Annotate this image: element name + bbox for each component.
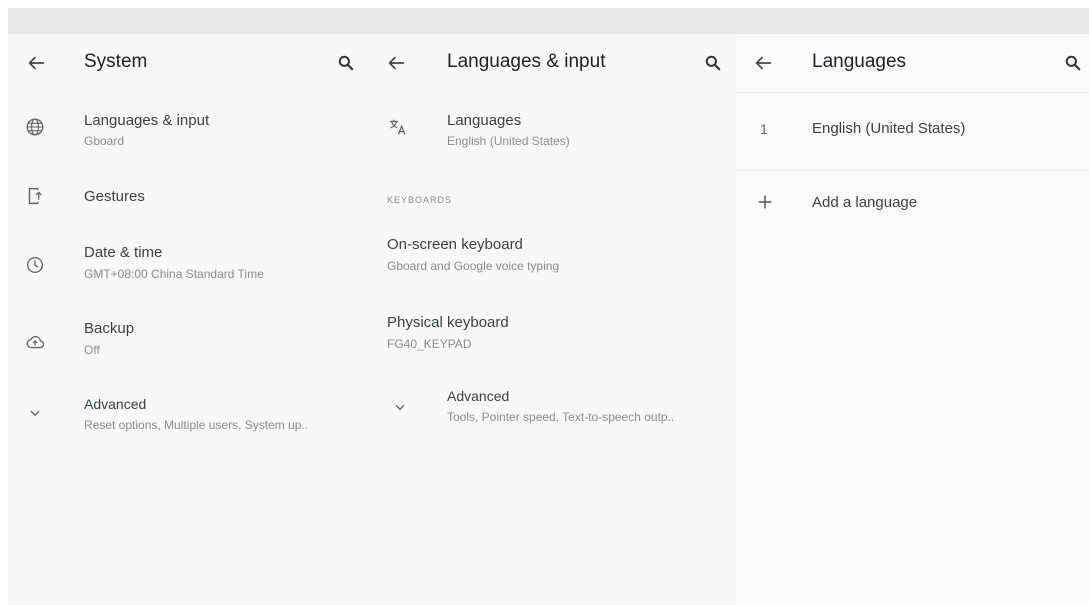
languages-item[interactable]: Languages English (United States) [367,96,735,156]
arrow-back-icon [755,56,772,70]
plus-icon [754,191,778,215]
add-language-label: Add a language [812,194,918,211]
page-title: Languages [812,51,907,72]
search-button[interactable] [332,49,360,77]
item-subtitle: Off [84,343,100,357]
item-title: Physical keyboard [387,314,509,331]
item-title: Languages [447,112,522,129]
item-title: Gestures [84,188,145,205]
search-icon [338,55,354,71]
keyboards-section-header: KEYBOARDS [387,195,453,205]
physical-keyboard-item[interactable]: Physical keyboard FG40_KEYPAD [367,304,735,364]
language-name: English (United States) [812,120,966,137]
globe-icon [24,116,48,140]
languages-input-advanced-item[interactable]: Advanced Tools, Pointer speed, Text-to-s… [367,378,735,440]
item-title: Date & time [84,244,163,261]
back-button[interactable] [749,49,777,77]
list-divider [735,170,1089,171]
system-item-backup[interactable]: Backup Off [8,310,367,372]
translate-icon [387,116,411,140]
system-item-date-time[interactable]: Date & time GMT+08:00 China Standard Tim… [8,234,367,296]
page-title: Languages & input [447,51,606,72]
page-title: System [84,51,148,72]
item-subtitle: Tools, Pointer speed, Text-to-speech out… [447,410,675,424]
item-subtitle: Gboard [84,134,125,148]
language-list-item[interactable]: 1 English (United States) [735,96,1089,170]
back-button[interactable] [382,49,410,77]
arrow-back-icon [388,56,405,70]
languages-input-pane: Languages & input Languages English (Uni… [367,34,735,605]
clock-icon [24,254,48,278]
search-button[interactable] [699,49,727,77]
system-pane: System Languages & input Gboard Gestures… [8,34,367,605]
search-button[interactable] [1059,49,1087,77]
item-subtitle: English (United States) [447,134,570,148]
on-screen-keyboard-item[interactable]: On-screen keyboard Gboard and Google voi… [367,226,735,288]
item-subtitle: Gboard and Google voice typing [387,259,560,273]
gestures-icon [24,185,48,209]
language-order-number: 1 [760,121,768,137]
languages-pane: Languages 1 English (United States) Add … [735,34,1089,605]
item-title: Backup [84,320,135,337]
languages-app-bar: Languages [735,34,1089,92]
search-icon [1065,55,1081,71]
item-title: Advanced [84,396,147,412]
search-icon [705,55,721,71]
item-subtitle: Reset options, Multiple users, System up… [84,418,309,432]
back-button[interactable] [22,49,50,77]
app-bar-divider [735,92,1089,93]
languages-input-app-bar: Languages & input [367,34,735,92]
system-item-advanced[interactable]: Advanced Reset options, Multiple users, … [8,384,367,446]
cloud-backup-icon [24,331,48,355]
item-title: On-screen keyboard [387,236,523,253]
item-subtitle: FG40_KEYPAD [387,337,472,351]
add-language-button[interactable]: Add a language [735,176,1089,230]
system-item-languages-input[interactable]: Languages & input Gboard [8,96,367,156]
arrow-back-icon [28,56,45,70]
window-top-strip [8,8,1089,34]
chevron-down-icon [389,396,413,420]
chevron-down-icon [24,402,48,426]
system-app-bar: System [8,34,367,92]
item-subtitle: GMT+08:00 China Standard Time [84,267,264,281]
item-title: Advanced [447,388,510,404]
item-title: Languages & input [84,112,210,129]
system-item-gestures[interactable]: Gestures [8,166,367,224]
